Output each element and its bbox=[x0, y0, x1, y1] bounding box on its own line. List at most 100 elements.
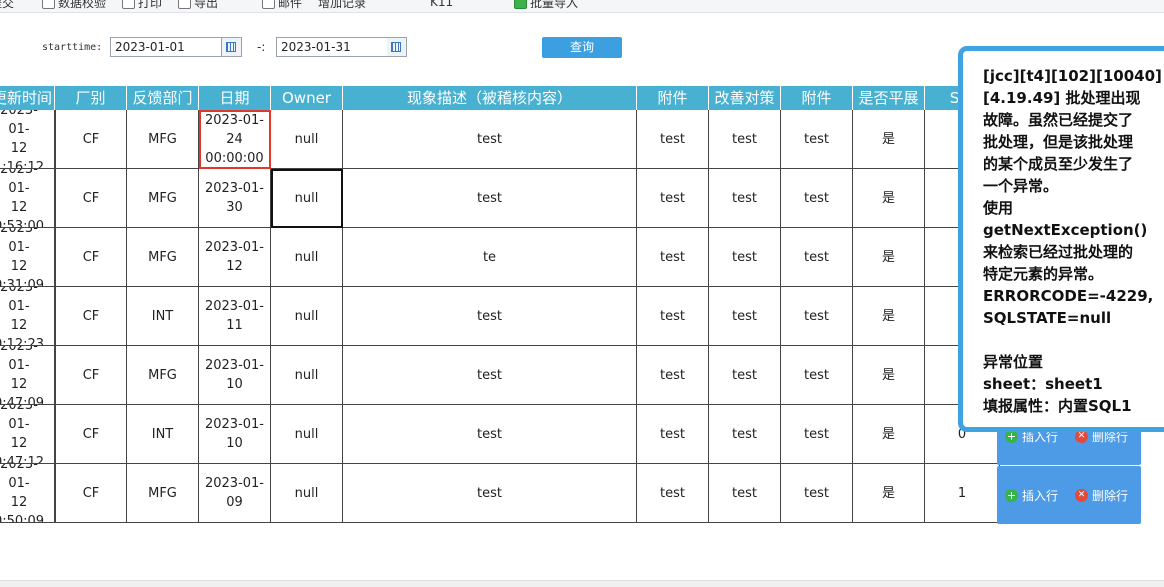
cell-feedback-dept[interactable]: INT bbox=[127, 405, 199, 464]
cell-improvement[interactable]: test bbox=[709, 346, 781, 405]
cell-attachment-2[interactable]: test bbox=[781, 464, 853, 523]
cell-date[interactable]: 2023-01- 30 bbox=[199, 169, 271, 228]
calendar-icon[interactable] bbox=[222, 37, 242, 57]
cell-plant[interactable]: CF bbox=[55, 405, 127, 464]
cell-description[interactable]: test bbox=[343, 110, 637, 169]
cell-plant[interactable]: CF bbox=[55, 169, 127, 228]
cell-attachment[interactable]: test bbox=[637, 405, 709, 464]
cell-description[interactable]: test bbox=[343, 464, 637, 523]
cell-date[interactable]: 2023-01- 10 bbox=[199, 346, 271, 405]
validate-button[interactable]: 数据校验 bbox=[42, 0, 106, 10]
insert-row-button[interactable]: 插入行 bbox=[1005, 466, 1058, 524]
column-header[interactable]: 是否平展 bbox=[853, 86, 925, 110]
cell-attachment-2[interactable]: test bbox=[781, 346, 853, 405]
cell-owner[interactable]: null bbox=[271, 346, 343, 405]
cell-plant[interactable]: CF bbox=[55, 287, 127, 346]
calendar-icon[interactable] bbox=[387, 37, 407, 57]
cell-update-time[interactable]: 2023-01- 12 0:50:09 bbox=[0, 464, 55, 523]
cell-improvement[interactable]: test bbox=[709, 110, 781, 169]
cell-is-flat[interactable]: 是 bbox=[853, 464, 925, 523]
cell-attachment-2[interactable]: test bbox=[781, 405, 853, 464]
cell-update-time[interactable]: 2023-01- 12 1:16:12 bbox=[0, 110, 55, 169]
cell-attachment[interactable]: test bbox=[637, 169, 709, 228]
cell-attachment-2[interactable]: test bbox=[781, 169, 853, 228]
cell-owner[interactable]: null bbox=[271, 228, 343, 287]
cell-improvement[interactable]: test bbox=[709, 464, 781, 523]
cell-attachment-2[interactable]: test bbox=[781, 110, 853, 169]
cell-is-flat[interactable]: 是 bbox=[853, 110, 925, 169]
insert-row-label: 插入行 bbox=[1022, 488, 1059, 503]
cell-improvement[interactable]: test bbox=[709, 228, 781, 287]
cell-attachment[interactable]: test bbox=[637, 464, 709, 523]
cell-date[interactable]: 2023-01- 10 bbox=[199, 405, 271, 464]
cell-attachment-2[interactable]: test bbox=[781, 228, 853, 287]
column-header[interactable]: 更新时间 bbox=[0, 86, 55, 110]
column-header[interactable]: 改善对策 bbox=[709, 86, 781, 110]
printer-icon bbox=[122, 0, 135, 9]
cell-owner[interactable]: null bbox=[271, 287, 343, 346]
add-record-button[interactable]: 增加记录 bbox=[318, 0, 366, 10]
check-icon bbox=[42, 0, 55, 9]
column-header[interactable]: Owner bbox=[271, 86, 343, 110]
column-header[interactable]: 反馈部门 bbox=[127, 86, 199, 110]
cell-update-time[interactable]: 2023-01- 12 0:47:12 bbox=[0, 405, 55, 464]
query-button[interactable]: 查询 bbox=[542, 37, 622, 58]
cell-is-flat[interactable]: 是 bbox=[853, 287, 925, 346]
cell-plant[interactable]: CF bbox=[55, 228, 127, 287]
cell-attachment[interactable]: test bbox=[637, 346, 709, 405]
cell-improvement[interactable]: test bbox=[709, 287, 781, 346]
cell-plant[interactable]: CF bbox=[55, 110, 127, 169]
cell-attachment[interactable]: test bbox=[637, 228, 709, 287]
cell-attachment-2[interactable]: test bbox=[781, 287, 853, 346]
cell-feedback-dept[interactable]: MFG bbox=[127, 110, 199, 169]
cell-owner[interactable]: null bbox=[271, 405, 343, 464]
error-tooltip: [jcc][t4][102][10040] [4.19.49] 批处理出现 故障… bbox=[958, 46, 1164, 432]
k11-button[interactable]: K11 bbox=[430, 0, 453, 10]
cell-owner[interactable]: null bbox=[271, 464, 343, 523]
cell-is-flat[interactable]: 是 bbox=[853, 169, 925, 228]
cell-description[interactable]: te bbox=[343, 228, 637, 287]
cell-description[interactable]: test bbox=[343, 169, 637, 228]
cell-date[interactable]: 2023-01- 12 bbox=[199, 228, 271, 287]
cell-feedback-dept[interactable]: MFG bbox=[127, 346, 199, 405]
cell-improvement[interactable]: test bbox=[709, 169, 781, 228]
cell-owner[interactable]: null bbox=[271, 169, 343, 228]
cell-update-time[interactable]: 2023-01- 12 0:31:09 bbox=[0, 228, 55, 287]
cell-attachment[interactable]: test bbox=[637, 110, 709, 169]
cell-date[interactable]: 2023-01- 24 00:00:00 bbox=[199, 110, 271, 169]
start-date-input[interactable]: 2023-01-01 bbox=[110, 37, 222, 57]
email-button[interactable]: 邮件 bbox=[262, 0, 302, 10]
cell-description[interactable]: test bbox=[343, 405, 637, 464]
cell-owner[interactable]: null bbox=[271, 110, 343, 169]
column-header[interactable]: 现象描述（被稽核内容） bbox=[343, 86, 637, 110]
cell-description[interactable]: test bbox=[343, 287, 637, 346]
cell-update-time[interactable]: 2023-01- 12 0:47:09 bbox=[0, 346, 55, 405]
delete-row-button[interactable]: ✕ 删除行 bbox=[1075, 466, 1128, 524]
end-date-input[interactable]: 2023-01-31 bbox=[276, 37, 388, 57]
batch-import-button[interactable]: 批量导入 bbox=[514, 0, 578, 10]
cell-is-flat[interactable]: 是 bbox=[853, 346, 925, 405]
cell-date[interactable]: 2023-01- 11 bbox=[199, 287, 271, 346]
cell-plant[interactable]: CF bbox=[55, 346, 127, 405]
column-header[interactable]: 日期 bbox=[199, 86, 271, 110]
cell-is-flat[interactable]: 是 bbox=[853, 228, 925, 287]
cell-update-time[interactable]: 2023-01- 12 0:12:23 bbox=[0, 287, 55, 346]
cell-plant[interactable]: CF bbox=[55, 464, 127, 523]
cell-is-flat[interactable]: 是 bbox=[853, 405, 925, 464]
column-header[interactable]: 厂别 bbox=[55, 86, 127, 110]
cell-feedback-dept[interactable]: MFG bbox=[127, 169, 199, 228]
column-header[interactable]: 附件 bbox=[637, 86, 709, 110]
column-header[interactable]: 附件 bbox=[781, 86, 853, 110]
cell-feedback-dept[interactable]: INT bbox=[127, 287, 199, 346]
cell-update-time[interactable]: 2023-01- 12 0:53:00 bbox=[0, 169, 55, 228]
submit-button[interactable]: 提交 bbox=[0, 0, 14, 10]
cell-attachment[interactable]: test bbox=[637, 287, 709, 346]
cell-description[interactable]: test bbox=[343, 346, 637, 405]
export-button[interactable]: 导出 bbox=[178, 0, 218, 10]
cell-date[interactable]: 2023-01- 09 bbox=[199, 464, 271, 523]
print-button[interactable]: 打印 bbox=[122, 0, 162, 10]
cell-improvement[interactable]: test bbox=[709, 405, 781, 464]
cell-feedback-dept[interactable]: MFG bbox=[127, 464, 199, 523]
cell-feedback-dept[interactable]: MFG bbox=[127, 228, 199, 287]
cell-status[interactable]: 1 bbox=[925, 464, 1000, 523]
